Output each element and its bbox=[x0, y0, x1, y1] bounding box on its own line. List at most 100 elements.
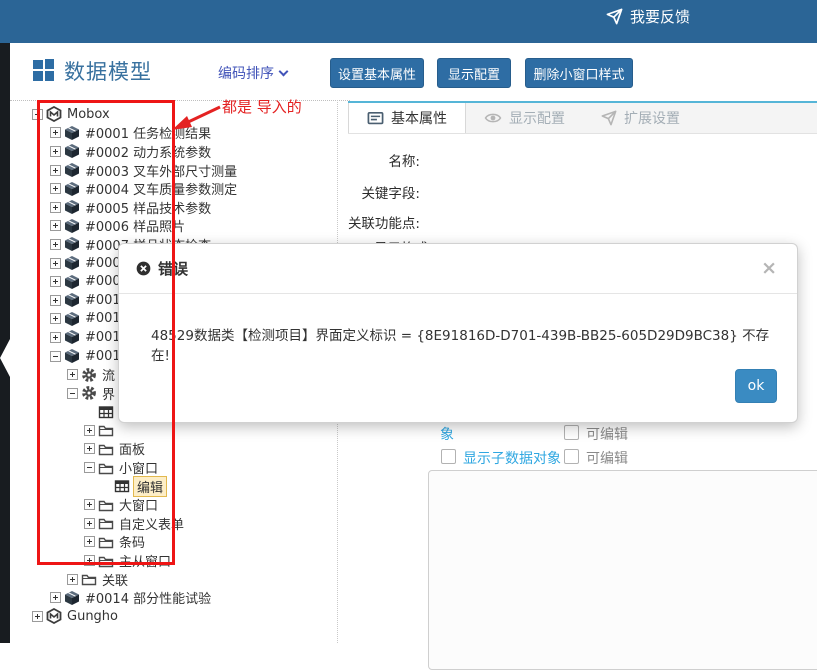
tree-item-0002[interactable]: #0002 动力系统参数 bbox=[50, 142, 337, 161]
table-grid-icon bbox=[114, 478, 130, 494]
modal-title: 错误 bbox=[158, 258, 188, 279]
folder-icon bbox=[98, 497, 114, 513]
tree-item-0001[interactable]: #0001 任务检测结果 bbox=[50, 124, 337, 143]
cube-icon bbox=[64, 181, 80, 197]
app-grid-logo bbox=[33, 59, 56, 82]
cube-icon bbox=[64, 590, 80, 606]
close-icon[interactable]: × bbox=[761, 259, 777, 278]
editable-label-2: 可编辑 bbox=[586, 448, 628, 468]
folder-icon bbox=[98, 534, 114, 550]
tree-item-folder[interactable] bbox=[84, 421, 337, 440]
table-grid-icon bbox=[98, 404, 114, 420]
expand-icon[interactable] bbox=[50, 295, 61, 306]
modal-header: 错误 × bbox=[119, 244, 797, 294]
tree-item-0014[interactable]: #0014 部分性能试验 bbox=[50, 588, 337, 607]
folder-icon bbox=[98, 460, 114, 476]
cube-icon bbox=[64, 274, 80, 290]
tree-item-custom-form[interactable]: 自定义表单 bbox=[84, 514, 337, 533]
ok-button[interactable]: ok bbox=[735, 369, 777, 403]
tab-label: 扩展设置 bbox=[624, 108, 680, 128]
editable-checkbox-1[interactable] bbox=[564, 425, 579, 440]
sort-label: 编码排序 bbox=[218, 63, 274, 83]
expand-icon[interactable] bbox=[50, 146, 61, 157]
expand-icon[interactable] bbox=[84, 536, 95, 547]
tab-display-config[interactable]: 显示配置 bbox=[466, 103, 583, 133]
error-circle-icon bbox=[136, 261, 151, 276]
annotation-note: 都是 导入的 bbox=[222, 96, 302, 117]
tree-item-large-window[interactable]: 大窗口 bbox=[84, 495, 337, 514]
feedback-button[interactable]: 我要反馈 bbox=[606, 6, 690, 27]
cube-icon bbox=[64, 218, 80, 234]
sort-dropdown[interactable]: 编码排序 bbox=[218, 63, 287, 83]
expand-icon[interactable] bbox=[84, 499, 95, 510]
tree-item-panel[interactable]: 面板 bbox=[84, 440, 337, 459]
tree-item-edit-selected[interactable]: 编辑 bbox=[114, 477, 337, 496]
expand-icon[interactable] bbox=[50, 220, 61, 231]
expand-icon[interactable] bbox=[50, 202, 61, 213]
show-child-checkbox[interactable] bbox=[441, 449, 456, 464]
expand-icon[interactable] bbox=[32, 611, 43, 622]
expand-icon[interactable] bbox=[84, 443, 95, 454]
tab-label: 显示配置 bbox=[509, 108, 565, 128]
paper-plane-icon bbox=[606, 8, 623, 25]
form-label-name: 名称: bbox=[340, 150, 420, 170]
expand-icon[interactable] bbox=[50, 127, 61, 138]
delete-window-style-button[interactable]: 删除小窗口样式 bbox=[525, 58, 633, 88]
modal-message: 48529数据类【检测项目】界面定义标识 = {8E91816D-D701-43… bbox=[119, 294, 797, 364]
cube-icon bbox=[64, 348, 80, 364]
tree-item-small-window[interactable]: 小窗口 bbox=[84, 458, 337, 477]
tab-basic-props[interactable]: 基本属性 bbox=[348, 103, 466, 133]
cube-icon bbox=[64, 199, 80, 215]
expand-icon[interactable] bbox=[84, 518, 95, 529]
eye-icon bbox=[484, 109, 502, 127]
mobox-logo-icon bbox=[46, 608, 62, 624]
tab-extend-settings[interactable]: 扩展设置 bbox=[583, 103, 698, 133]
expand-icon[interactable] bbox=[50, 276, 61, 287]
tree-item-0005[interactable]: #0005 样品技术参数 bbox=[50, 198, 337, 217]
tree-item-0006[interactable]: #0006 样品照片 bbox=[50, 217, 337, 236]
gear-icon bbox=[81, 385, 97, 401]
mobox-logo-icon bbox=[46, 106, 62, 122]
tree-item-relation[interactable]: 关联 bbox=[67, 570, 337, 589]
expand-icon[interactable] bbox=[50, 239, 61, 250]
tree-item-0003[interactable]: #0003 叉车外部尺寸测量 bbox=[50, 161, 337, 180]
cube-icon bbox=[64, 311, 80, 327]
collapse-icon[interactable] bbox=[50, 351, 61, 362]
expand-icon[interactable] bbox=[32, 109, 43, 120]
tree-item-0004[interactable]: #0004 叉车质量参数测定 bbox=[50, 179, 337, 198]
folder-icon bbox=[98, 553, 114, 569]
expand-icon[interactable] bbox=[50, 165, 61, 176]
expand-icon[interactable] bbox=[67, 574, 78, 585]
expand-icon[interactable] bbox=[84, 555, 95, 566]
tree-item-gungho[interactable]: Gungho bbox=[32, 607, 337, 626]
form-panel-icon bbox=[367, 110, 384, 127]
expand-icon[interactable] bbox=[50, 332, 61, 343]
collapse-icon[interactable] bbox=[84, 462, 95, 473]
page-title: 数据模型 bbox=[64, 56, 152, 86]
folder-icon bbox=[81, 571, 97, 587]
cube-icon bbox=[64, 292, 80, 308]
detail-content-box[interactable] bbox=[428, 470, 817, 670]
collapsed-sidebar-strip[interactable] bbox=[0, 43, 10, 643]
expand-icon[interactable] bbox=[67, 369, 78, 380]
tree-item-barcode[interactable]: 条码 bbox=[84, 533, 337, 552]
tree-item-master-detail[interactable]: 主从窗口 bbox=[84, 551, 337, 570]
error-modal: 错误 × 48529数据类【检测项目】界面定义标识 = {8E91816D-D7… bbox=[118, 243, 798, 423]
paper-plane-icon bbox=[601, 110, 617, 126]
expand-icon[interactable] bbox=[50, 258, 61, 269]
expand-icon[interactable] bbox=[84, 425, 95, 436]
expand-icon[interactable] bbox=[50, 592, 61, 603]
collapse-arrow-icon[interactable] bbox=[0, 339, 10, 377]
editable-checkbox-2[interactable] bbox=[564, 449, 579, 464]
expand-icon[interactable] bbox=[50, 313, 61, 324]
display-config-button[interactable]: 显示配置 bbox=[437, 58, 511, 88]
cube-icon bbox=[64, 125, 80, 141]
expand-icon[interactable] bbox=[50, 183, 61, 194]
cube-icon bbox=[64, 143, 80, 159]
clipped-label-fragment: 象 bbox=[440, 424, 454, 444]
cube-icon bbox=[64, 329, 80, 345]
folder-icon bbox=[98, 515, 114, 531]
set-basic-props-button[interactable]: 设置基本属性 bbox=[330, 58, 424, 88]
cube-icon bbox=[64, 236, 80, 252]
collapse-icon[interactable] bbox=[67, 388, 78, 399]
